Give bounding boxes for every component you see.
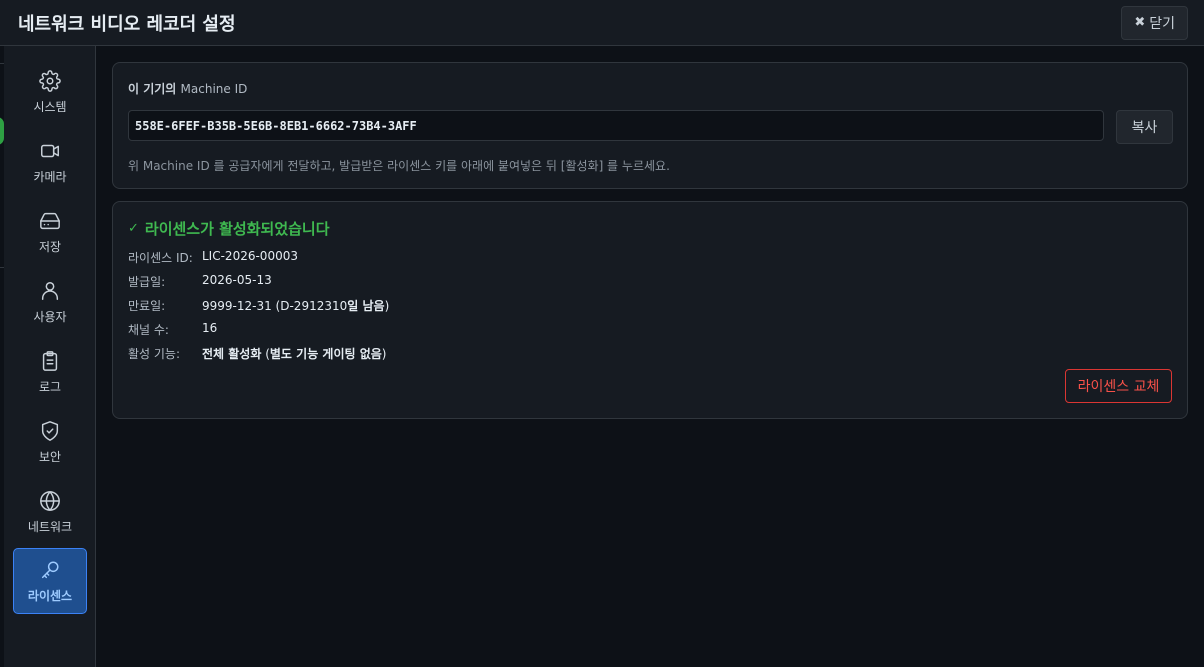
- hard-drive-icon: [40, 212, 60, 229]
- clipboard-icon: [42, 350, 58, 371]
- sidebar-item-license[interactable]: 라이센스: [13, 548, 87, 614]
- user-icon: [41, 281, 59, 300]
- globe-icon: [40, 490, 60, 511]
- machine-id-label: 이 기기의 Machine ID: [128, 82, 248, 96]
- license-panel: ✓ 라이센스가 활성화되었습니다 라이센스 ID: LIC-2026-00003…: [112, 201, 1188, 419]
- sidebar-item-camera[interactable]: 카메라: [13, 130, 87, 194]
- key-icon: [41, 560, 59, 578]
- sidebar-item-network[interactable]: 네트워크: [13, 480, 87, 544]
- issue-date-row: 발급일: 2026-05-13: [128, 273, 272, 289]
- dialog-header: 네트워크 비디오 레코더 설정 ✖ 닫기: [0, 0, 1204, 46]
- sidebar-item-system[interactable]: 시스템: [13, 60, 87, 124]
- replace-license-button[interactable]: 라이센스 교체: [1065, 369, 1172, 403]
- license-status: ✓ 라이센스가 활성화되었습니다: [128, 218, 330, 239]
- sidebar-item-storage[interactable]: 저장: [13, 200, 87, 264]
- sidebar-item-label: 시스템: [33, 99, 67, 114]
- video-camera-icon: [41, 144, 59, 157]
- channel-count-row: 채널 수: 16: [128, 321, 218, 337]
- close-button[interactable]: ✖ 닫기: [1121, 5, 1188, 40]
- shield-check-icon: [41, 420, 59, 441]
- sidebar-item-label: 사용자: [33, 309, 67, 324]
- close-icon: ✖: [1134, 15, 1146, 30]
- sidebar-item-users[interactable]: 사용자: [13, 270, 87, 334]
- machine-id-field[interactable]: [128, 110, 1104, 141]
- license-id-row: 라이센스 ID: LIC-2026-00003: [128, 249, 298, 265]
- sidebar-item-label: 보안: [38, 449, 62, 464]
- sidebar-item-label: 카메라: [33, 169, 67, 184]
- features-row: 활성 기능: 전체 활성화 (별도 기능 게이팅 없음): [128, 347, 387, 361]
- sidebar-item-security[interactable]: 보안: [13, 410, 87, 474]
- machine-id-panel: 이 기기의 Machine ID 복사 위 Machine ID 를 공급자에게…: [112, 62, 1188, 189]
- sidebar-item-label: 라이센스: [27, 588, 73, 603]
- license-status-text: 라이센스가 활성화되었습니다: [144, 220, 330, 238]
- copy-button[interactable]: 복사: [1116, 110, 1173, 144]
- sidebar-item-logs[interactable]: 로그: [13, 340, 87, 404]
- expiry-date-row: 만료일: 9999-12-31 (D-2912310일 남음): [128, 299, 390, 313]
- check-icon: ✓: [128, 221, 139, 236]
- sidebar-item-label: 네트워크: [27, 519, 73, 534]
- sidebar: 시스템 카메라 저장 사용자 로그 보안 네트워크 라이센스: [4, 46, 96, 667]
- page-title: 네트워크 비디오 레코더 설정: [18, 13, 236, 35]
- gear-icon: [39, 69, 61, 92]
- machine-id-hint: 위 Machine ID 를 공급자에게 전달하고, 발급받은 라이센스 키를 …: [128, 159, 670, 173]
- sidebar-item-label: 로그: [38, 379, 62, 394]
- sidebar-item-label: 저장: [38, 239, 62, 254]
- close-button-label: 닫기: [1149, 15, 1175, 32]
